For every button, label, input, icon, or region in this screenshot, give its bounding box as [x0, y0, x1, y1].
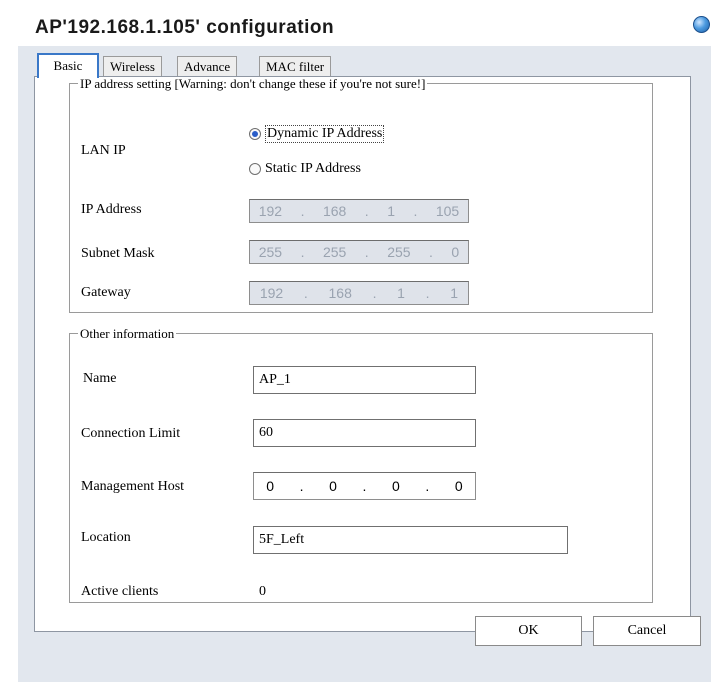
ip-octet: 105	[435, 203, 460, 219]
active-clients-label: Active clients	[81, 584, 159, 599]
tab-mac-filter[interactable]: MAC filter	[259, 56, 332, 76]
location-label: Location	[81, 530, 131, 545]
ip-octet: 1	[387, 203, 395, 219]
tab-wireless[interactable]: Wireless	[103, 56, 162, 76]
gateway-label: Gateway	[81, 285, 131, 300]
location-input[interactable]: 5F_Left	[253, 526, 568, 554]
name-input[interactable]: AP_1	[253, 366, 476, 394]
cancel-button[interactable]: Cancel	[593, 616, 701, 646]
subnet-mask-label: Subnet Mask	[81, 246, 155, 261]
dialog-body: Wireless Advance MAC filter Basic IP add…	[18, 46, 711, 682]
lan-ip-label: LAN IP	[81, 143, 126, 158]
radio-unchecked-icon	[249, 163, 261, 175]
ip-address-setting-group: IP address setting [Warning: don't chang…	[69, 76, 653, 313]
dynamic-ip-radio-label: Dynamic IP Address	[265, 125, 385, 143]
tab-advance[interactable]: Advance	[177, 56, 238, 76]
gateway-octet: 168	[328, 285, 352, 301]
connection-limit-input[interactable]: 60	[253, 419, 476, 447]
gateway-field[interactable]: 192. 168. 1. 1	[249, 281, 469, 305]
mgmt-octet: 0	[266, 478, 275, 494]
active-clients-value: 0	[259, 584, 266, 599]
mask-octet: 0	[451, 244, 460, 260]
title-bar: AP'192.168.1.105' configuration	[18, 8, 711, 42]
ip-address-field[interactable]: 192. 168. 1. 105	[249, 199, 469, 223]
ip-octet: 192	[258, 203, 283, 219]
tab-basic[interactable]: Basic	[37, 53, 99, 78]
radio-checked-icon	[249, 128, 261, 140]
ip-group-legend: IP address setting [Warning: don't chang…	[80, 76, 426, 91]
mgmt-octet: 0	[391, 478, 400, 494]
window-orb-icon[interactable]	[693, 16, 710, 33]
mgmt-octet: 0	[329, 478, 337, 494]
mgmt-octet: 0	[454, 478, 463, 494]
mask-octet: 255	[322, 244, 347, 260]
ip-octet: 168	[322, 203, 347, 219]
gateway-octet: 1	[450, 285, 459, 301]
gateway-octet: 192	[259, 285, 284, 301]
static-ip-radio[interactable]: Static IP Address	[249, 161, 361, 177]
connection-limit-label: Connection Limit	[81, 426, 181, 441]
other-group-legend: Other information	[80, 326, 175, 341]
mask-octet: 255	[387, 244, 411, 260]
static-ip-radio-label: Static IP Address	[265, 161, 361, 176]
dynamic-ip-radio[interactable]: Dynamic IP Address	[249, 125, 385, 143]
ok-button[interactable]: OK	[475, 616, 582, 646]
management-host-field[interactable]: 0. 0. 0. 0	[253, 472, 476, 500]
gateway-octet: 1	[397, 285, 405, 301]
mask-octet: 255	[258, 244, 283, 260]
name-label: Name	[83, 371, 117, 386]
management-host-label: Management Host	[81, 479, 185, 494]
subnet-mask-field[interactable]: 255. 255. 255. 0	[249, 240, 469, 264]
ip-address-label: IP Address	[81, 202, 142, 217]
window-title: AP'192.168.1.105' configuration	[35, 17, 335, 38]
basic-tab-panel: IP address setting [Warning: don't chang…	[34, 76, 691, 632]
